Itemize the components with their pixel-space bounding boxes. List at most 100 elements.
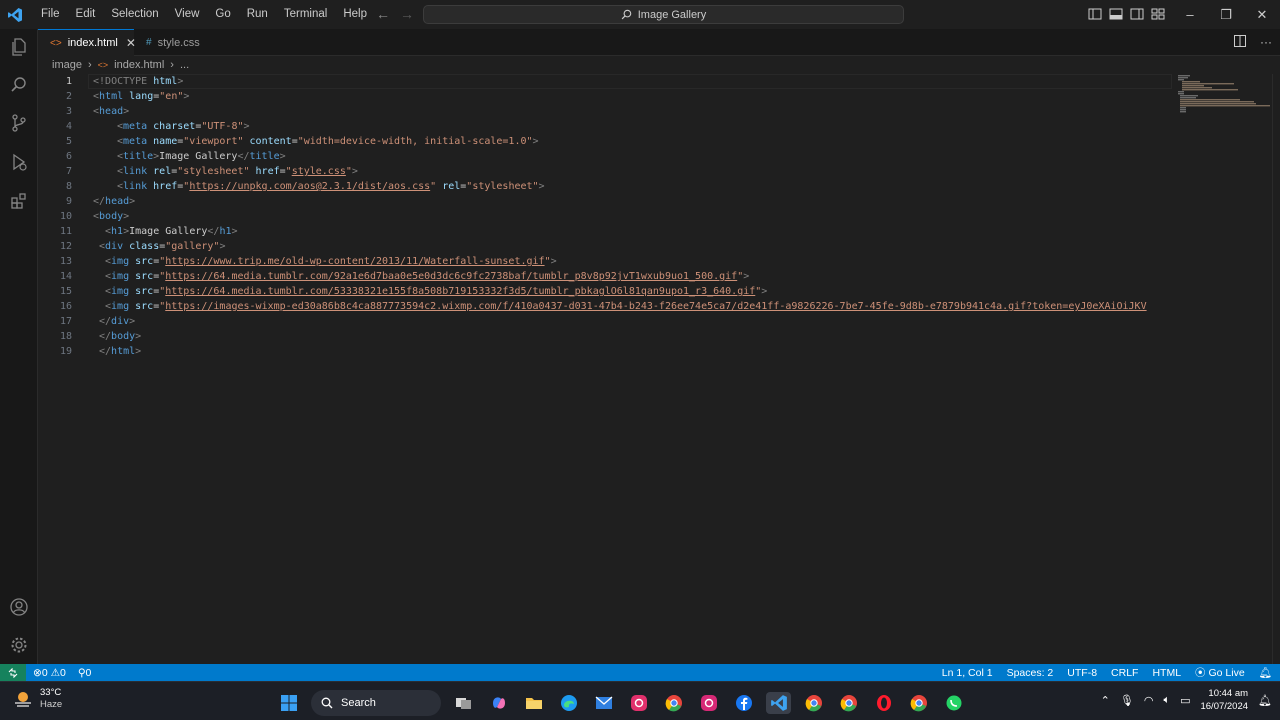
- code-link[interactable]: https://images-wixmp-ed30a86b8c4ca887773…: [165, 301, 1146, 312]
- close-window-icon[interactable]: ✕: [1244, 0, 1280, 29]
- menu-run[interactable]: Run: [239, 0, 276, 29]
- source-control-icon[interactable]: [9, 113, 29, 133]
- extensions-icon[interactable]: [9, 191, 29, 211]
- breadcrumb: image › <> index.html › ...: [38, 56, 189, 74]
- line-number: 6: [65, 151, 72, 162]
- notifications-bell-icon[interactable]: 🔔︎: [1259, 666, 1272, 679]
- facebook-icon[interactable]: [731, 692, 756, 714]
- breadcrumb-folder[interactable]: image: [52, 59, 82, 71]
- code-link[interactable]: https://www.trip.me/old-wp-content/2013/…: [165, 256, 544, 267]
- forward-arrow-icon[interactable]: →: [400, 6, 414, 22]
- menu-file[interactable]: File: [33, 0, 68, 29]
- code-line: 1 <!DOCTYPE html>: [38, 74, 1172, 89]
- more-actions-icon[interactable]: ···: [1260, 35, 1272, 50]
- go-live-label: Go Live: [1208, 667, 1245, 679]
- encoding[interactable]: UTF-8: [1067, 667, 1097, 679]
- editor-tab-bar: <> index.html ✕ # style.css ···: [38, 29, 1280, 56]
- line-number: 18: [59, 331, 72, 342]
- command-center-search[interactable]: Image Gallery: [423, 5, 904, 24]
- run-debug-icon[interactable]: [9, 152, 29, 172]
- taskbar-search[interactable]: Search: [311, 690, 441, 716]
- split-editor-icon[interactable]: [1234, 35, 1246, 50]
- chrome-icon[interactable]: [906, 692, 931, 714]
- activity-bar: [0, 29, 38, 664]
- remote-indicator-icon[interactable]: [0, 664, 26, 681]
- toggle-primary-sidebar-icon[interactable]: [1088, 7, 1102, 21]
- menu-edit[interactable]: Edit: [68, 0, 104, 29]
- chrome-icon[interactable]: [801, 692, 826, 714]
- edge-browser-icon[interactable]: [556, 692, 581, 714]
- minimap[interactable]: [1176, 74, 1272, 664]
- copilot-icon[interactable]: [486, 692, 511, 714]
- line-ending[interactable]: CRLF: [1111, 667, 1138, 679]
- ports-count: 0: [85, 666, 92, 679]
- explorer-icon[interactable]: [9, 37, 29, 57]
- speaker-icon[interactable]: 🔈︎: [1163, 694, 1170, 707]
- ports-indicator[interactable]: ⚲0: [78, 667, 92, 679]
- file-explorer-icon[interactable]: [521, 692, 546, 714]
- search-label: Search: [341, 697, 376, 709]
- code-link[interactable]: https://64.media.tumblr.com/53338321e155…: [165, 286, 755, 297]
- line-number: 11: [59, 226, 72, 237]
- menu-selection[interactable]: Selection: [103, 0, 166, 29]
- restore-icon[interactable]: ❐: [1208, 0, 1244, 29]
- whatsapp-icon[interactable]: [941, 692, 966, 714]
- menu-terminal[interactable]: Terminal: [276, 0, 335, 29]
- microphone-icon[interactable]: 🎙︎: [1120, 694, 1134, 707]
- chevron-up-icon[interactable]: ⌃: [1101, 694, 1110, 707]
- breadcrumb-more[interactable]: ...: [180, 59, 189, 71]
- line-number: 15: [59, 286, 72, 297]
- code-line: 2 <html lang="en">: [38, 89, 1172, 104]
- line-number: 14: [59, 271, 72, 282]
- code-link[interactable]: style.css: [292, 166, 346, 177]
- customize-layout-icon[interactable]: [1151, 7, 1165, 21]
- toggle-panel-icon[interactable]: [1109, 7, 1123, 21]
- start-windows-icon[interactable]: [276, 692, 301, 714]
- current-line-highlight: [88, 74, 1172, 89]
- code-link[interactable]: https://64.media.tumblr.com/92a1e6d7baa0…: [165, 271, 737, 282]
- system-tray: ⌃ 🎙︎ ◠ 🔈︎ ▭ 10:44 am 16/07/2024 🔔︎: [1101, 687, 1272, 713]
- opera-icon[interactable]: [871, 692, 896, 714]
- line-number: 7: [65, 166, 72, 177]
- problems-indicator[interactable]: ⊗0 ⚠0: [33, 667, 66, 679]
- menu-view[interactable]: View: [167, 0, 208, 29]
- toggle-secondary-sidebar-icon[interactable]: [1130, 7, 1144, 21]
- broadcast-icon: ⦿: [1195, 667, 1209, 679]
- language-mode[interactable]: HTML: [1152, 667, 1181, 679]
- notification-icon[interactable]: 🔔︎: [1258, 694, 1272, 707]
- breadcrumb-file[interactable]: index.html: [114, 59, 164, 71]
- accounts-icon[interactable]: [9, 597, 29, 617]
- ports-icon: ⚲: [77, 666, 86, 679]
- mail-icon[interactable]: [591, 692, 616, 714]
- back-arrow-icon[interactable]: ←: [376, 6, 390, 22]
- vertical-scrollbar[interactable]: [1272, 74, 1280, 664]
- title-bar: File Edit Selection View Go Run Terminal…: [0, 0, 1280, 29]
- chrome-icon[interactable]: [836, 692, 861, 714]
- instagram-icon[interactable]: [626, 692, 651, 714]
- instagram-icon[interactable]: [696, 692, 721, 714]
- go-live-button[interactable]: ⦿ Go Live: [1195, 665, 1245, 680]
- manage-gear-icon[interactable]: [9, 635, 29, 655]
- menu-go[interactable]: Go: [207, 0, 238, 29]
- warning-count: 0: [60, 666, 66, 679]
- tab-style-css[interactable]: # style.css: [135, 29, 227, 56]
- error-icon: ⊗: [33, 666, 42, 679]
- chrome-icon[interactable]: [661, 692, 686, 714]
- code-link[interactable]: https://unpkg.com/aos@2.3.1/dist/aos.css: [189, 181, 430, 192]
- code-editor[interactable]: 1 <!DOCTYPE html> 2 <html lang="en"> 3 <hea…: [38, 74, 1172, 664]
- css-file-icon: #: [146, 37, 152, 48]
- vscode-taskbar-icon[interactable]: [766, 692, 791, 714]
- minimize-icon[interactable]: –: [1172, 0, 1208, 29]
- tab-index-html[interactable]: <> index.html ✕: [38, 29, 136, 56]
- menu-help[interactable]: Help: [335, 0, 375, 29]
- task-view-icon[interactable]: [451, 692, 476, 714]
- battery-icon[interactable]: ▭: [1180, 694, 1190, 707]
- cursor-position[interactable]: Ln 1, Col 1: [942, 667, 993, 679]
- chevron-right-icon: ›: [170, 59, 174, 71]
- command-center-label: Image Gallery: [637, 8, 707, 21]
- weather-widget[interactable]: 33°C Haze: [12, 687, 62, 711]
- indentation[interactable]: Spaces: 2: [1007, 667, 1054, 679]
- search-view-icon[interactable]: [9, 75, 29, 95]
- clock[interactable]: 10:44 am 16/07/2024: [1200, 687, 1248, 713]
- wifi-icon[interactable]: ◠: [1144, 694, 1154, 707]
